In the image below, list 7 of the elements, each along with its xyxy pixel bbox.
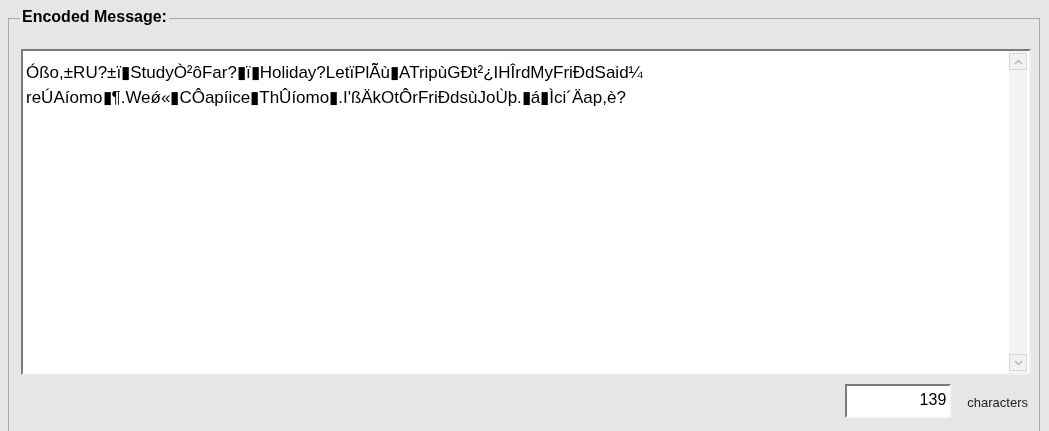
characters-label: characters [967,394,1028,413]
message-text: Óßo,±RU?±ï▮StudyÒ²ôFar?▮ï▮Holiday?LetïPlÃ̃ù▮ATripùGĐt²¿IHÎrdMyFriĐdSaid¼ reÚAíomo▮¶.Weǿ«▮CÔapíice▮ThÛíomo▮.I'ßÄkOtÔrFriĐdsùJoÙþ.▮á▮Ìci´Äap,è? [25,62,644,109]
scroll-down-icon[interactable] [1009,354,1027,371]
character-count-field[interactable]: 139 [845,384,952,418]
scroll-up-icon[interactable] [1009,53,1027,70]
message-field[interactable]: Óßo,±RU?±ï▮StudyÒ²ôFar?▮ï▮Holiday?LetïPlÃ̃ù▮ATripùGĐt²¿IHÎrdMyFriĐdSaid¼ reÚAíomo▮¶.Weǿ«▮CÔapíice▮ThÛíomo▮.I'ßÄkOtÔrFriĐdsùJoÙþ.▮á▮Ìci´Äap,è? [21,49,1031,375]
scrollbar[interactable] [1009,51,1027,373]
